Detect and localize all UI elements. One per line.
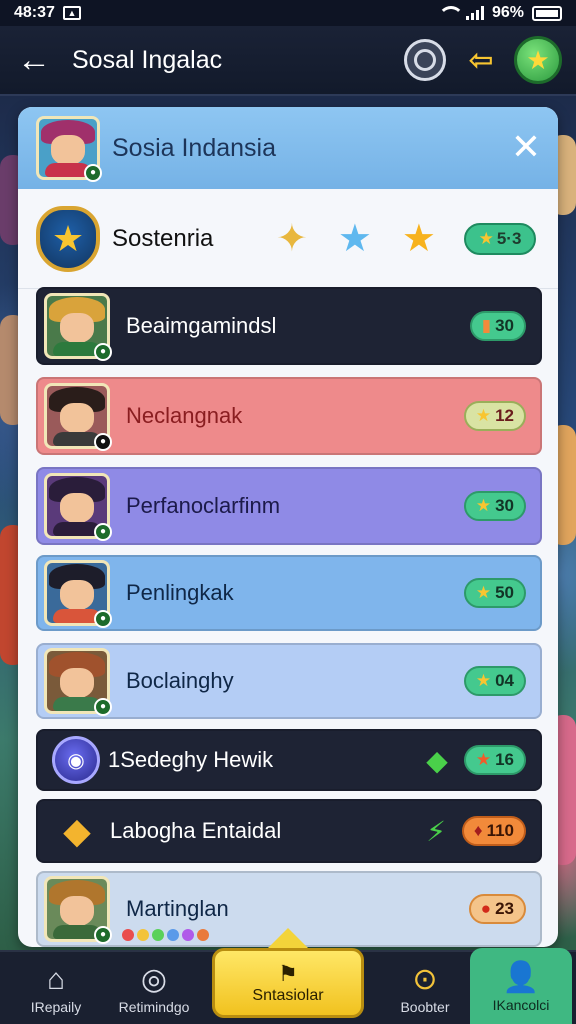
nav-home-label: IRepaily: [30, 999, 82, 1015]
list-item[interactable]: ● Boclainghy ★ 04: [36, 643, 542, 719]
gems-icon: ◆: [63, 810, 91, 851]
signal-icon: [465, 6, 484, 20]
list-item[interactable]: ● Beaimgamindsl ▮ 30: [36, 287, 542, 365]
list-item-label: Penlingkak: [126, 580, 234, 605]
item-chips: [122, 929, 209, 941]
panel-title: Sosia Indansia: [112, 133, 277, 162]
star-icon: ★: [475, 496, 492, 515]
app-header: ← Sosal Ingalac ⇦ ★: [0, 26, 576, 96]
panel-header: ● Sosia Indansia ✕: [18, 107, 558, 189]
star-icon: ★: [475, 583, 492, 602]
status-badge: ●: [84, 164, 102, 182]
boost-icon: ⊙: [412, 963, 438, 996]
paper-plane-icon[interactable]: ✦: [276, 219, 308, 259]
star-icon: ★: [475, 671, 492, 690]
arrow-icon[interactable]: ⇦: [460, 39, 502, 81]
nav-center-button[interactable]: ⚑ Sntasiolar: [212, 928, 364, 1020]
home-icon: ⌂: [46, 963, 66, 996]
close-icon[interactable]: ✕: [508, 129, 544, 166]
gem-icon[interactable]: ◆: [426, 744, 448, 777]
avatar: ●: [44, 473, 112, 541]
badge-icon: ◉: [52, 736, 100, 784]
list-item[interactable]: ● Perfanoclarfinm ★ 30: [36, 467, 542, 545]
list-item[interactable]: ◆ Labogha Entaidal ⚡ ♦ 110: [36, 799, 542, 863]
flag-icon: ⚑: [278, 961, 298, 986]
score-badge: ★ 04: [463, 666, 526, 696]
back-arrow-icon[interactable]: ←: [14, 40, 54, 80]
star-icon: ★: [475, 406, 492, 425]
list-item-label: 1Sedeghy Hewik: [108, 747, 274, 772]
account-icon: 👤: [502, 961, 540, 994]
avatar: ●: [44, 560, 112, 628]
avatar[interactable]: ●: [36, 116, 102, 182]
score-badge: ♦ 110: [461, 816, 526, 846]
bottom-navigation: ⌂ IRepaily ◎ Retimindgo ⚑ Sntasiolar ⊙ B…: [0, 928, 576, 1024]
shield-star-icon: ★: [36, 205, 100, 272]
score-badge: ▮ 30: [469, 311, 526, 341]
list-item[interactable]: ● Neclangnak ★ 12: [36, 377, 542, 455]
nav-center-label: Sntasiolar: [252, 987, 324, 1004]
nav-account[interactable]: 👤 IKancolci: [470, 948, 572, 1024]
heart-icon: ♦: [473, 821, 483, 840]
avatar: ●: [44, 383, 112, 451]
avatar: ●: [44, 648, 112, 716]
card-icon: ▮: [481, 316, 492, 335]
list-item-label: Beaimgamindsl: [126, 313, 277, 338]
battery-icon: [532, 5, 562, 21]
list-item-label: Labogha Entaidal: [110, 818, 282, 843]
status-bar: 48:37 ▲ 96%: [0, 0, 576, 26]
list-item-label: Neclangnak: [126, 403, 243, 428]
refresh-icon: ◎: [140, 963, 168, 996]
nav-home[interactable]: ⌂ IRepaily: [10, 952, 102, 1024]
star-icon: ★: [475, 750, 492, 769]
lightning-icon[interactable]: ⚡: [426, 815, 446, 848]
subheader-title: Sostenria: [112, 224, 214, 252]
score-badge: ★ 12: [463, 401, 526, 431]
nav-boost[interactable]: ⊙ Boobter: [382, 952, 468, 1024]
score-badge: ★ 30: [463, 491, 526, 521]
list-item-label: Boclainghy: [126, 668, 234, 693]
status-time: 48:37: [14, 4, 55, 21]
profile-button[interactable]: [404, 39, 446, 81]
battery-percent: 96%: [491, 4, 524, 21]
rainbow-star-icon[interactable]: ★: [338, 219, 372, 259]
gold-star-icon[interactable]: ★: [402, 219, 436, 259]
avatar: ●: [44, 876, 112, 944]
nav-account-label: IKancolci: [492, 997, 550, 1013]
score-badge: ★ 16: [463, 745, 526, 775]
score-badge: ● 23: [468, 894, 526, 924]
star-count-pill[interactable]: ★ 5·3: [464, 222, 536, 255]
nav-refresh-label: Retimindgo: [118, 999, 190, 1015]
list-item[interactable]: ● Penlingkak ★ 50: [36, 555, 542, 631]
nav-refresh[interactable]: ◎ Retimindgo: [106, 952, 202, 1024]
panel-subheader: ★ Sostenria ✦ ★ ★ ★ 5·3: [18, 189, 558, 289]
avatar: ●: [44, 293, 112, 361]
score-badge: ★ 50: [463, 578, 526, 608]
list-item-label: Perfanoclarfinm: [126, 493, 281, 518]
social-panel: ● Sosia Indansia ✕ ★ Sostenria ✦ ★ ★ ★ 5·…: [18, 107, 558, 947]
list-item-label: Martinglan: [126, 896, 229, 921]
list-item[interactable]: ◉ 1Sedeghy Hewik ◆ ★ 16: [36, 729, 542, 791]
star-icon: ★: [478, 228, 494, 248]
nav-boost-label: Boobter: [400, 999, 450, 1015]
notification-icon: ▲: [62, 6, 81, 20]
star-icon[interactable]: ★: [514, 36, 562, 84]
page-title: Sosal Ingalac: [72, 45, 223, 74]
profile-icon: [414, 49, 436, 71]
reward-icons: ✦ ★ ★: [276, 219, 436, 259]
wifi-icon: [437, 6, 464, 20]
heart-icon: ●: [480, 899, 492, 918]
